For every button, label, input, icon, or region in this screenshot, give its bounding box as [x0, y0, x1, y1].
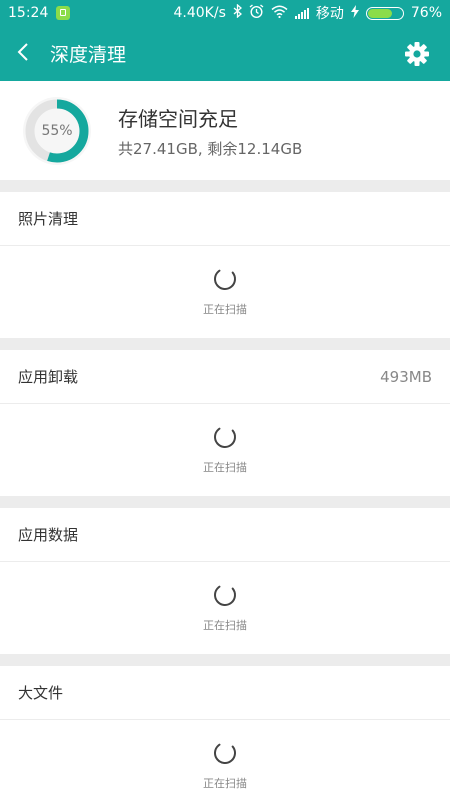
section-scan-area: 正在扫描: [0, 562, 450, 654]
status-time: 15:24: [8, 5, 49, 21]
storage-usage-ring: 55%: [22, 96, 92, 166]
section-header[interactable]: 照片清理: [0, 192, 450, 246]
scanning-label: 正在扫描: [203, 461, 247, 474]
section-title: 应用卸载: [18, 368, 79, 386]
section-header[interactable]: 应用卸载 493MB: [0, 350, 450, 404]
section-scan-area: 正在扫描: [0, 720, 450, 812]
battery-icon: [365, 6, 404, 20]
section-size: 493MB: [380, 367, 432, 386]
section-header[interactable]: 大文件: [0, 666, 450, 720]
section-scan-area: 正在扫描: [0, 404, 450, 496]
status-bar: 15:24 4.40K/s 移动 76%: [0, 0, 450, 26]
clean-section: 照片清理正在扫描: [0, 192, 450, 338]
section-title: 应用数据: [18, 526, 79, 544]
loading-spinner-icon: [213, 741, 237, 769]
section-scan-area: 正在扫描: [0, 246, 450, 338]
clean-section: 应用卸载 493MB 正在扫描: [0, 350, 450, 496]
loading-spinner-icon: [213, 583, 237, 611]
storage-status: 存储空间充足: [118, 106, 238, 131]
back-arrow-icon: [17, 42, 29, 66]
charging-icon: [350, 4, 359, 22]
section-divider: [0, 496, 450, 508]
back-button[interactable]: [0, 26, 46, 81]
section-divider: [0, 180, 450, 192]
clean-section: 应用数据正在扫描: [0, 508, 450, 654]
section-header[interactable]: 应用数据: [0, 508, 450, 562]
gear-icon: [402, 42, 432, 73]
wifi-icon: [271, 5, 288, 22]
settings-button[interactable]: [402, 39, 432, 69]
clean-section: 大文件正在扫描: [0, 666, 450, 812]
alarm-icon: [249, 3, 264, 23]
carrier-label: 移动: [315, 6, 344, 22]
scanning-label: 正在扫描: [203, 619, 247, 632]
storage-detail: 共27.41GB, 剩余12.14GB: [118, 139, 303, 158]
section-title: 照片清理: [18, 210, 79, 228]
section-title: 大文件: [18, 684, 64, 702]
notification-app-icon: [56, 6, 71, 20]
scanning-label: 正在扫描: [203, 777, 247, 790]
battery-level-fill: [367, 8, 393, 18]
loading-spinner-icon: [213, 267, 237, 295]
loading-spinner-icon: [213, 425, 237, 453]
storage-percent: 55%: [41, 122, 73, 139]
page-title: 深度清理: [50, 44, 127, 66]
scanning-label: 正在扫描: [203, 303, 247, 316]
network-speed: 4.40K/s: [173, 5, 226, 21]
signal-icon: [294, 7, 309, 19]
battery-percent: 76%: [410, 5, 442, 21]
app-bar: 深度清理: [0, 26, 450, 81]
section-divider: [0, 654, 450, 666]
storage-summary: 55% 存储空间充足 共27.41GB, 剩余12.14GB: [0, 81, 450, 180]
section-divider: [0, 338, 450, 350]
bluetooth-icon: [233, 3, 242, 22]
